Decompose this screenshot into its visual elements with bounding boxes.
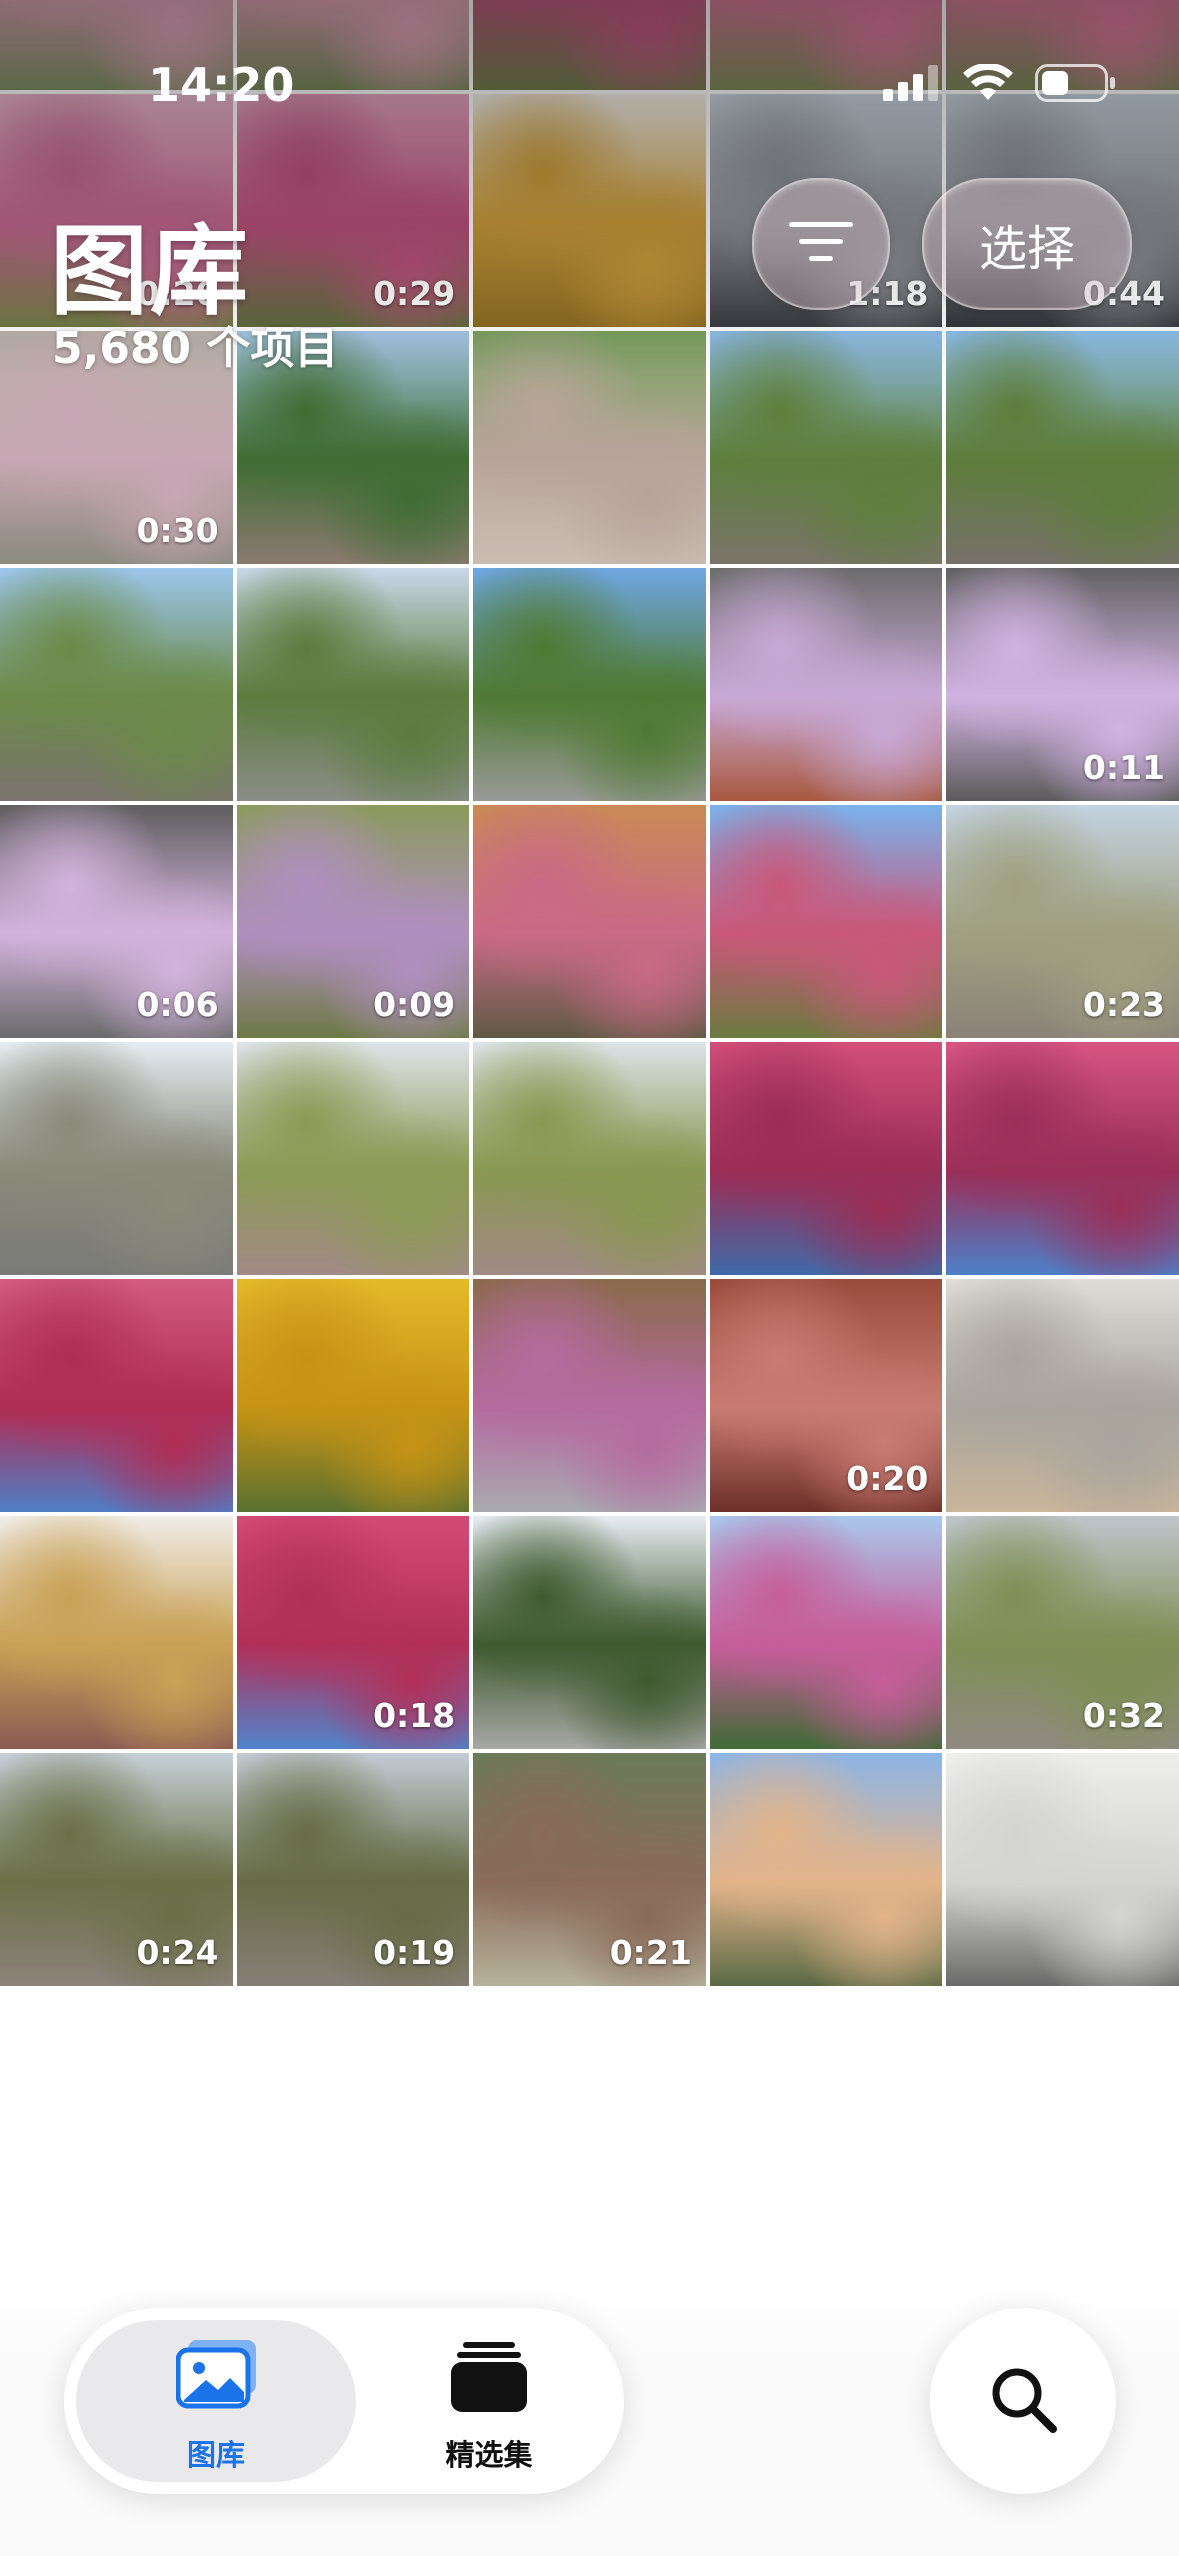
- video-duration: 0:20: [846, 1459, 929, 1498]
- photo-thumbnail[interactable]: [709, 1042, 943, 1275]
- video-duration: 0:09: [373, 985, 456, 1024]
- photo-thumbnail[interactable]: [0, 1279, 233, 1512]
- video-duration: 0:30: [136, 511, 219, 550]
- status-icons: [883, 62, 1117, 106]
- video-duration: 0:11: [1082, 748, 1165, 787]
- photo-thumbnail[interactable]: [473, 568, 706, 801]
- photo-thumbnail[interactable]: [946, 1042, 1179, 1275]
- photo-thumbnail[interactable]: 0:29: [236, 94, 470, 327]
- photo-thumbnail[interactable]: 0:06: [0, 805, 233, 1038]
- wifi-icon: [963, 62, 1013, 106]
- photo-thumbnail[interactable]: 0:20: [709, 1279, 943, 1512]
- filter-icon: [789, 220, 853, 268]
- select-button[interactable]: 选择: [922, 178, 1132, 310]
- photo-thumbnail[interactable]: [236, 1042, 470, 1275]
- tab-collections[interactable]: 精选集: [364, 2320, 614, 2482]
- filter-button[interactable]: [752, 178, 890, 310]
- photo-thumbnail[interactable]: [473, 805, 706, 1038]
- photo-thumbnail[interactable]: [236, 568, 470, 801]
- cellular-signal-icon: [883, 65, 941, 105]
- photo-thumbnail[interactable]: 0:21: [473, 1753, 706, 1986]
- tab-bar: 图库 精选集: [64, 2308, 624, 2494]
- battery-icon: [1035, 64, 1117, 106]
- photo-thumbnail[interactable]: [709, 1516, 943, 1749]
- photo-library-icon: [175, 2340, 260, 2416]
- item-count: 5,680 个项目: [52, 323, 339, 374]
- video-duration: 0:23: [1082, 985, 1165, 1024]
- photo-thumbnail[interactable]: [236, 1279, 470, 1512]
- photo-thumbnail[interactable]: [473, 94, 706, 327]
- video-duration: 0:29: [373, 274, 456, 313]
- photo-thumbnail[interactable]: [946, 1279, 1179, 1512]
- photo-thumbnail[interactable]: [473, 1516, 706, 1749]
- photo-thumbnail[interactable]: 0:19: [236, 1753, 470, 1986]
- photo-thumbnail[interactable]: [709, 568, 943, 801]
- video-duration: 0:21: [609, 1933, 692, 1972]
- video-duration: 0:18: [373, 1696, 456, 1735]
- photo-thumbnail[interactable]: [473, 1042, 706, 1275]
- photo-thumbnail[interactable]: 0:23: [946, 805, 1179, 1038]
- photo-thumbnail[interactable]: [473, 1279, 706, 1512]
- video-duration: 0:06: [136, 985, 219, 1024]
- video-duration: 0:32: [1082, 1696, 1165, 1735]
- photo-thumbnail[interactable]: 0:09: [236, 805, 470, 1038]
- tab-collections-label: 精选集: [445, 2438, 533, 2472]
- photo-thumbnail[interactable]: [709, 805, 943, 1038]
- photo-thumbnail[interactable]: [473, 331, 706, 564]
- video-duration: 0:24: [136, 1933, 219, 1972]
- tab-library[interactable]: 图库: [76, 2320, 356, 2482]
- status-time: 14:20: [148, 58, 295, 112]
- photo-thumbnail[interactable]: 0:32: [946, 1516, 1179, 1749]
- photo-thumbnail[interactable]: [0, 1042, 233, 1275]
- collections-stack-icon: [451, 2342, 527, 2418]
- photo-thumbnail[interactable]: 0:24: [0, 1753, 233, 1986]
- photo-thumbnail[interactable]: [709, 331, 943, 564]
- photo-thumbnail[interactable]: [0, 568, 233, 801]
- photo-thumbnail[interactable]: [0, 1516, 233, 1749]
- photo-thumbnail[interactable]: [473, 0, 706, 90]
- video-duration: 0:19: [373, 1933, 456, 1972]
- photo-thumbnail[interactable]: 0:18: [236, 1516, 470, 1749]
- photo-thumbnail[interactable]: [946, 1753, 1179, 1986]
- tab-library-label: 图库: [186, 2438, 245, 2472]
- photo-thumbnail[interactable]: [946, 331, 1179, 564]
- search-icon: [987, 2363, 1059, 2439]
- photo-thumbnail[interactable]: [709, 1753, 943, 1986]
- photo-thumbnail[interactable]: 0:11: [946, 568, 1179, 801]
- search-button[interactable]: [930, 2308, 1116, 2494]
